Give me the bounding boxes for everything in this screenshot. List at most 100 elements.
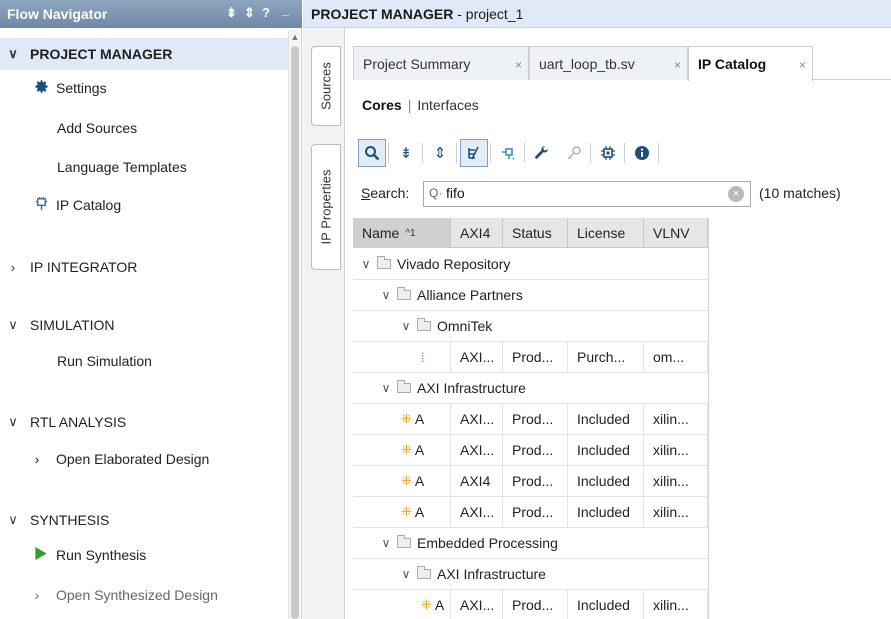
ip-chip-icon[interactable] (594, 139, 622, 167)
tab-ip-catalog[interactable]: IP Catalog × (688, 46, 813, 81)
tree-group-row[interactable]: ∨ AXI Infrastructure (353, 373, 708, 404)
chevron-down-icon[interactable]: ∨ (377, 381, 395, 395)
chevron-down-icon[interactable]: ∨ (397, 567, 415, 581)
folder-icon (377, 256, 391, 269)
ip-catalog-table: Name ^1 AXI4 Status License VLNV ∨ Vivado … (353, 218, 708, 619)
section-label: PROJECT MANAGER (30, 46, 173, 62)
table-row[interactable]: ⁜ A AXI4 Prod... Included xilin... (353, 466, 708, 497)
nav-item-label: Run Simulation (57, 353, 152, 369)
nav-item-label: Add Sources (57, 120, 138, 136)
clear-search-icon[interactable]: × (728, 186, 744, 202)
nav-item-run-synthesis[interactable]: Run Synthesis (0, 539, 288, 571)
tree-group-row[interactable]: ∨ Vivado Repository (353, 249, 708, 280)
cell-status: Prod... (503, 404, 568, 434)
column-header-status[interactable]: Status (503, 218, 568, 248)
chevron-down-icon[interactable]: ∨ (357, 257, 375, 271)
ip-core-icon: ⁜ (401, 504, 412, 519)
cell-vlnv: xilin... (644, 404, 708, 434)
section-simulation[interactable]: ∨ SIMULATION (0, 309, 288, 341)
project-title: PROJECT MANAGER - project_1 (311, 6, 523, 22)
cell-axi4: AXI... (451, 590, 503, 619)
column-header-license[interactable]: License (568, 218, 644, 248)
nav-item-run-simulation[interactable]: Run Simulation (0, 345, 288, 377)
column-header-name[interactable]: Name ^1 (353, 218, 451, 248)
view-interfaces[interactable]: Interfaces (417, 97, 478, 113)
tab-sources[interactable]: Sources (311, 46, 341, 126)
tree-group-row[interactable]: ∨ AXI Infrastructure (353, 559, 708, 590)
table-row[interactable]: ⁜ A AXI... Prod... Included xilin... (353, 590, 708, 619)
minimize-icon[interactable]: _ (282, 2, 289, 17)
cell-vlnv: xilin... (644, 590, 708, 619)
search-icon[interactable] (358, 139, 386, 167)
close-icon[interactable]: × (799, 58, 806, 72)
match-count: (10 matches) (759, 185, 841, 201)
close-icon[interactable]: × (674, 58, 681, 72)
ip-core-icon: ⁜ (401, 411, 412, 426)
table-row[interactable]: ⁞ AXI... Prod... Purch... om... (353, 342, 708, 373)
chevron-down-icon[interactable]: ∨ (377, 288, 395, 302)
scrollbar-thumb[interactable] (291, 46, 299, 619)
nav-item-language-templates[interactable]: Language Templates (0, 151, 288, 183)
collapse-all-icon[interactable]: ⇟ (392, 139, 420, 167)
nav-item-add-sources[interactable]: Add Sources (0, 112, 288, 144)
group-name: Alliance Partners (417, 287, 523, 303)
tab-ip-properties[interactable]: IP Properties (311, 144, 341, 270)
tab-label: Sources (318, 62, 334, 110)
cell-name: ⁞ (353, 342, 451, 372)
expand-all-icon[interactable]: ⇕ (244, 5, 255, 21)
project-manager-header: PROJECT MANAGER - project_1 (303, 0, 891, 28)
view-cores[interactable]: Cores (362, 97, 402, 113)
tab-project-summary[interactable]: Project Summary × (353, 46, 529, 80)
tree-group-row[interactable]: ∨ Alliance Partners (353, 280, 708, 311)
chevron-down-icon[interactable]: ∨ (397, 319, 415, 333)
help-icon[interactable]: ? (262, 5, 270, 20)
nav-item-open-elaborated-design[interactable]: › Open Elaborated Design (0, 443, 288, 475)
close-icon[interactable]: × (515, 58, 522, 72)
chevron-right-icon: › (34, 587, 40, 603)
search-label: Search: (361, 185, 410, 201)
column-header-vlnv[interactable]: VLNV (644, 218, 708, 248)
search-box[interactable]: Q· × (423, 181, 751, 207)
table-empty-area (708, 218, 891, 619)
flow-navigator-scrollbar[interactable]: ▲ (288, 30, 300, 619)
ip-plug-icon (32, 196, 50, 214)
search-input[interactable] (446, 185, 716, 201)
cell-name: ⁜ A (353, 590, 451, 619)
section-project-manager[interactable]: ∨ PROJECT MANAGER (0, 38, 288, 70)
section-synthesis[interactable]: ∨ SYNTHESIS (0, 504, 288, 536)
cell-axi4: AXI... (451, 497, 503, 527)
customize-ip-icon[interactable] (494, 139, 522, 167)
group-name: OmniTek (437, 318, 493, 334)
ip-core-icon: ⁞ (421, 349, 425, 365)
flow-navigator-panel: Flow Navigator ⇟ ⇕ ? _ ▲ ∨ PROJECT MANAG… (0, 0, 302, 619)
info-icon[interactable] (628, 139, 656, 167)
sort-ascending-icon: ^1 (405, 227, 416, 239)
ip-core-icon: ⁜ (401, 442, 412, 457)
column-header-axi4[interactable]: AXI4 (451, 218, 503, 248)
tab-uart-loop-tb[interactable]: uart_loop_tb.sv × (529, 46, 688, 80)
expand-all-icon[interactable]: ⇕ (426, 139, 454, 167)
cell-status: Prod... (503, 466, 568, 496)
nav-item-open-synthesized-design[interactable]: › Open Synthesized Design (0, 579, 288, 611)
table-row[interactable]: ⁜ A AXI... Prod... Included xilin... (353, 497, 708, 528)
section-rtl-analysis[interactable]: ∨ RTL ANALYSIS (0, 406, 288, 438)
section-ip-integrator[interactable]: › IP INTEGRATOR (0, 251, 288, 283)
ip-name: A (414, 442, 425, 458)
tree-group-row[interactable]: ∨ Embedded Processing (353, 528, 708, 559)
tab-label: IP Properties (318, 169, 334, 245)
nav-item-ip-catalog[interactable]: IP Catalog (0, 189, 288, 221)
scroll-up-icon[interactable]: ▲ (290, 32, 300, 42)
tree-group-row[interactable]: ∨ OmniTek (353, 311, 708, 342)
cell-vlnv: xilin... (644, 497, 708, 527)
collapse-all-icon[interactable]: ⇟ (226, 5, 237, 21)
hierarchy-filter-icon[interactable] (460, 139, 488, 167)
table-row[interactable]: ⁜ A AXI... Prod... Included xilin... (353, 404, 708, 435)
chevron-down-icon[interactable]: ∨ (377, 536, 395, 550)
nav-item-settings[interactable]: Settings (0, 72, 288, 104)
wrench-icon[interactable] (528, 139, 556, 167)
table-row[interactable]: ⁜ A AXI... Prod... Included xilin... (353, 435, 708, 466)
gear-icon (32, 79, 50, 97)
license-key-icon[interactable] (560, 139, 588, 167)
editor-tab-bar: Project Summary × uart_loop_tb.sv × IP C… (353, 46, 891, 81)
catalog-toolbar: ⇟ ⇕ (358, 139, 891, 169)
